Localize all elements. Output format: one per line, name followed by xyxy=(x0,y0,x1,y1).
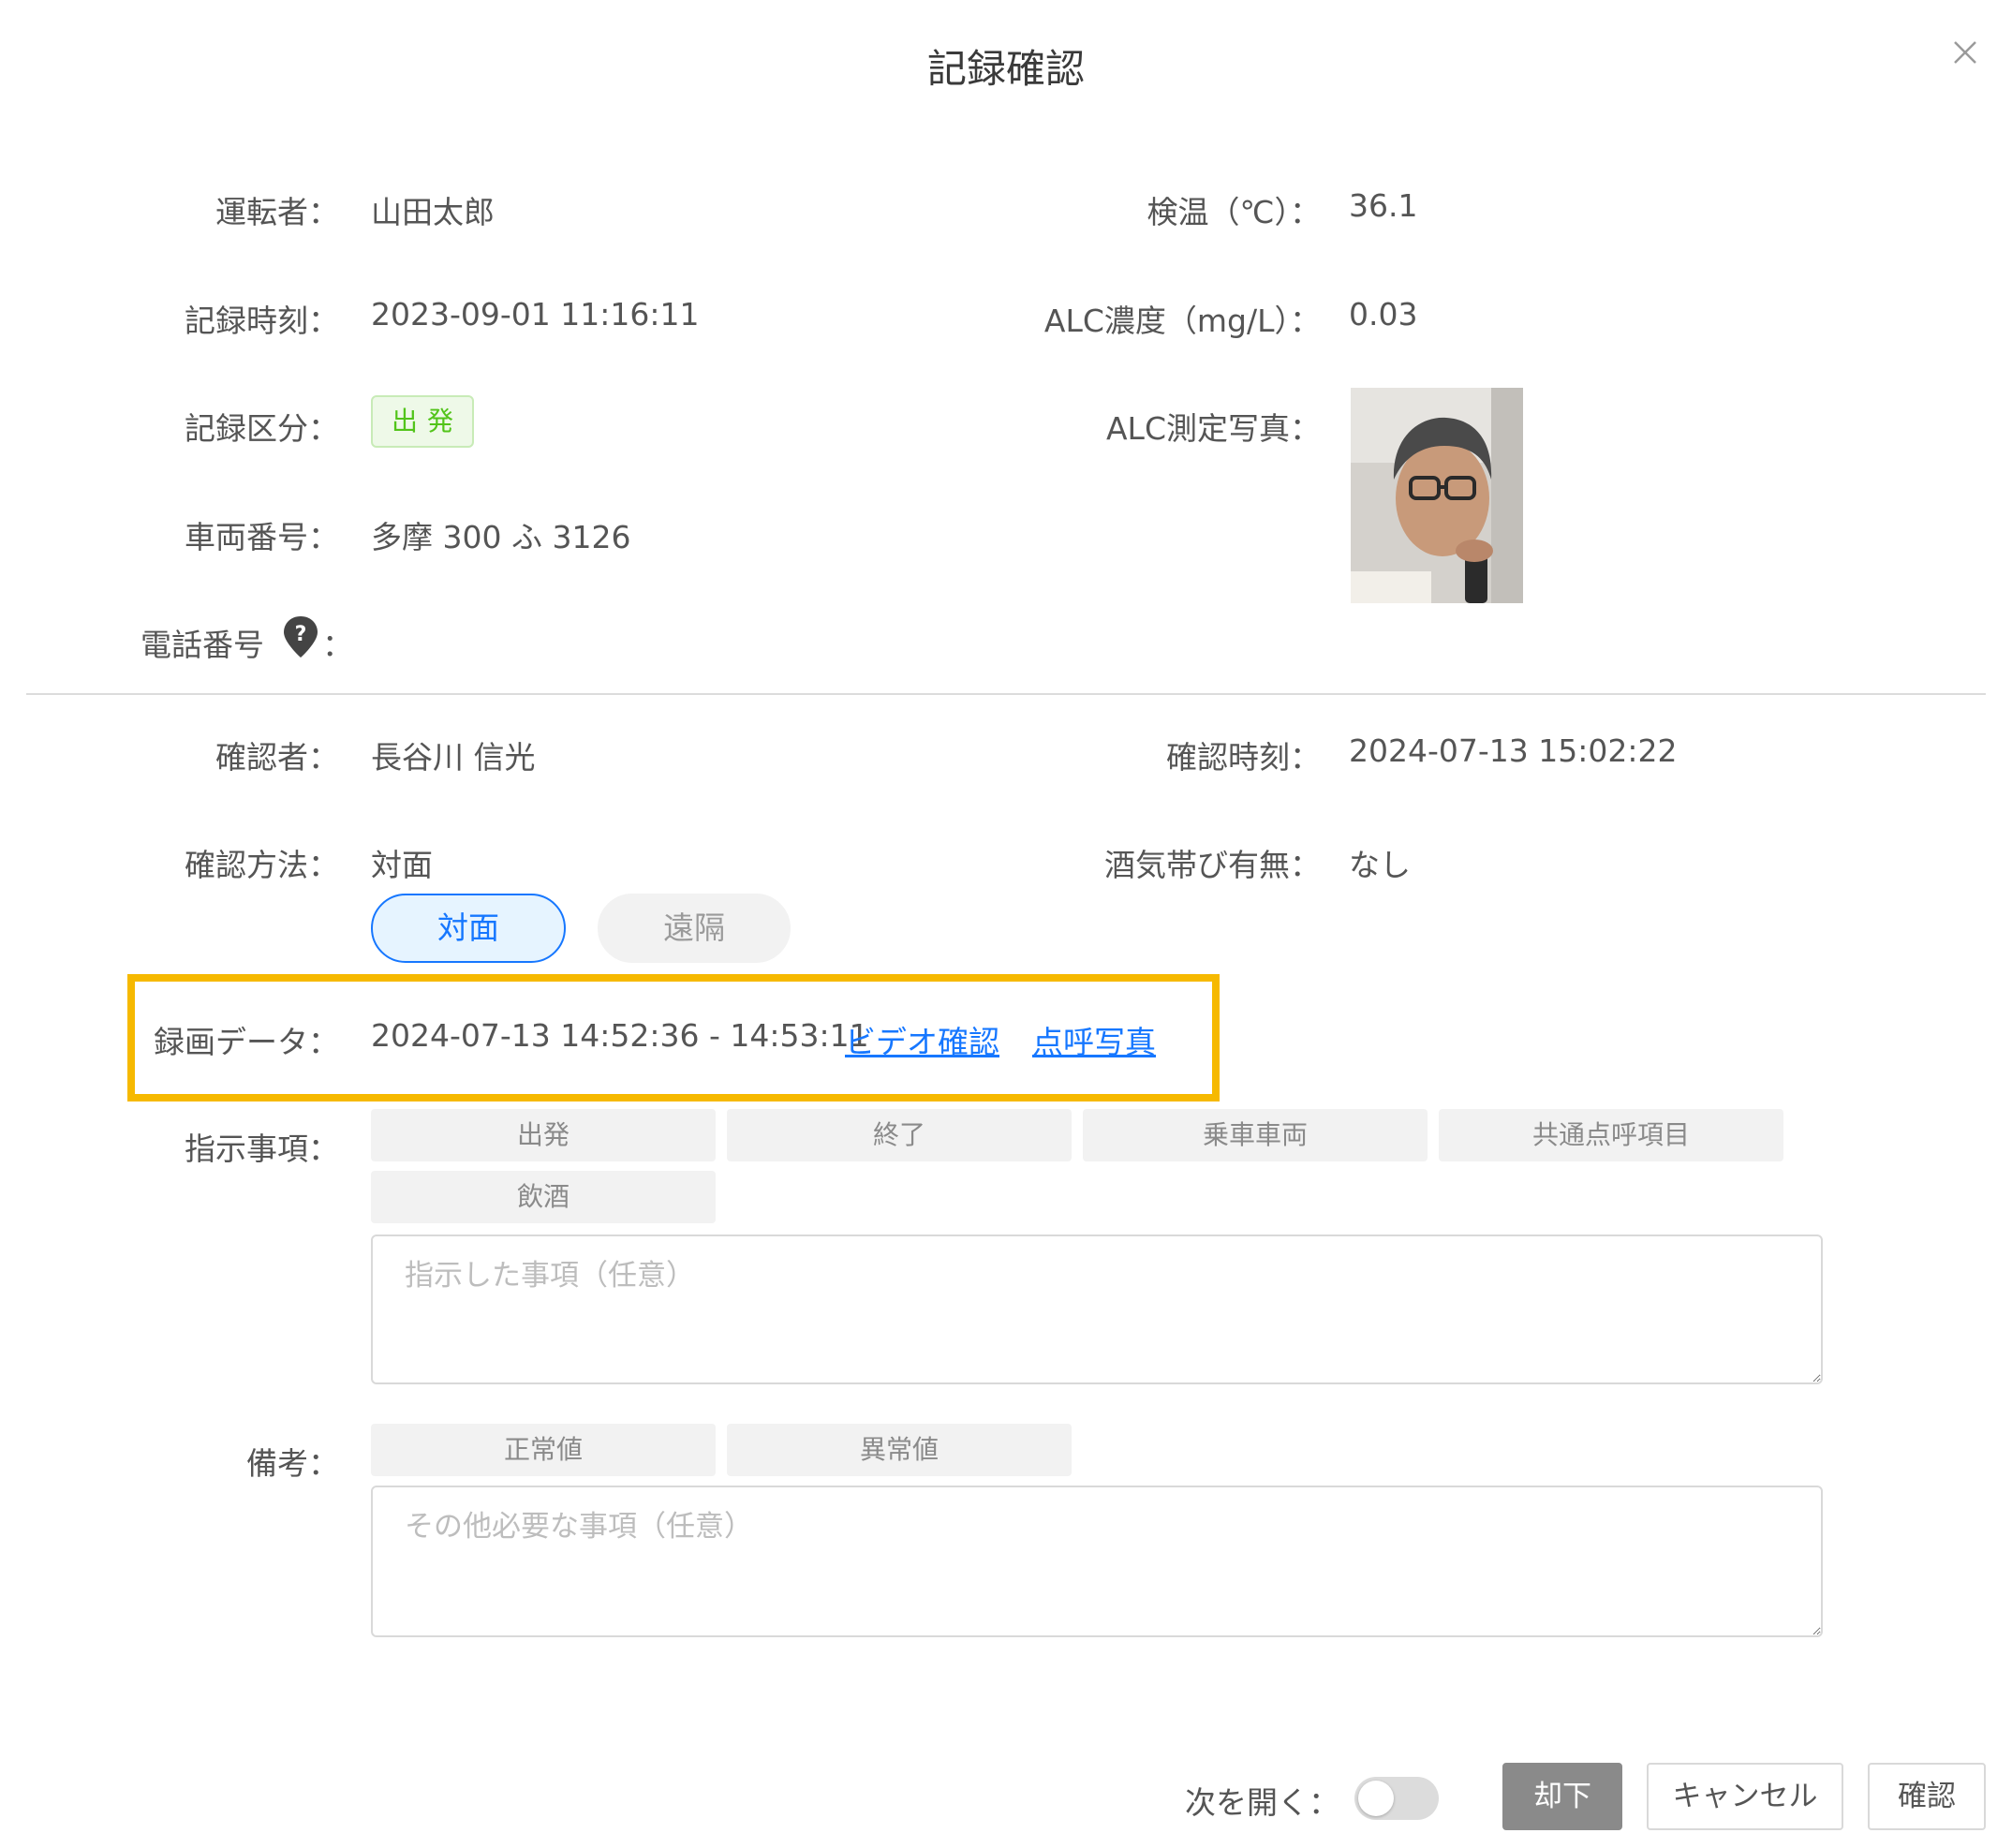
instruction-chip-departure[interactable]: 出発 xyxy=(371,1109,716,1161)
recording-range: 2024-07-13 14:52:36 - 14:53:11 xyxy=(371,1017,869,1054)
video-check-link[interactable]: ビデオ確認 xyxy=(845,1017,999,1062)
vehicle-label: 車両番号： xyxy=(185,519,339,555)
alc-concentration-value: 0.03 xyxy=(1349,296,1418,333)
instruction-chip-common-items[interactable]: 共通点呼項目 xyxy=(1439,1109,1783,1161)
confirmer-label: 確認者： xyxy=(215,739,339,776)
close-button[interactable] xyxy=(1939,26,1991,79)
driver-label: 運転者： xyxy=(215,194,339,230)
alc-photo-label: ALC測定写真： xyxy=(1105,410,1321,447)
alc-concentration-label: ALC濃度（mg/L）： xyxy=(1043,303,1321,339)
confirm-time-label: 確認時刻： xyxy=(1166,739,1321,776)
confirm-button[interactable]: 確認 xyxy=(1868,1763,1986,1830)
reject-button[interactable]: 却下 xyxy=(1502,1763,1622,1830)
remarks-chip-normal[interactable]: 正常値 xyxy=(371,1424,716,1476)
cancel-button[interactable]: キャンセル xyxy=(1647,1763,1843,1830)
instruction-chip-drinking[interactable]: 飲酒 xyxy=(371,1171,716,1223)
driver-value: 山田太郎 xyxy=(371,194,495,230)
confirm-time-value: 2024-07-13 15:02:22 xyxy=(1349,732,1678,769)
record-time-value: 2023-09-01 11:16:11 xyxy=(371,296,700,333)
confirm-method-value: 対面 xyxy=(371,847,433,883)
temperature-label: 検温（℃）： xyxy=(1147,194,1321,230)
alc-photo[interactable] xyxy=(1351,388,1523,603)
dialog-title: 記録確認 xyxy=(926,46,1085,92)
record-time-label: 記録時刻： xyxy=(185,303,339,339)
section-divider xyxy=(26,693,1986,695)
temperature-value: 36.1 xyxy=(1349,187,1418,224)
svg-text:?: ? xyxy=(295,623,307,646)
next-open-toggle[interactable] xyxy=(1354,1777,1439,1820)
phone-colon: ： xyxy=(322,627,353,663)
close-icon xyxy=(1954,41,1976,64)
vehicle-value: 多摩 300 ふ 3126 xyxy=(371,519,631,555)
instructions-textarea[interactable] xyxy=(371,1234,1823,1384)
confirm-method-label: 確認方法： xyxy=(185,847,339,883)
record-category-label: 記録区分： xyxy=(185,410,339,447)
remarks-chip-abnormal[interactable]: 異常値 xyxy=(727,1424,1072,1476)
toggle-knob xyxy=(1358,1781,1394,1816)
recording-label: 録画データ： xyxy=(154,1024,339,1060)
remarks-label: 備考： xyxy=(246,1445,339,1482)
phone-label: 電話番号 xyxy=(141,627,264,663)
category-tag: 出発 xyxy=(371,395,474,448)
instruction-chip-vehicle[interactable]: 乗車車両 xyxy=(1083,1109,1428,1161)
instruction-chip-end[interactable]: 終了 xyxy=(727,1109,1072,1161)
remarks-textarea[interactable] xyxy=(371,1486,1823,1637)
alcohol-presence-value: なし xyxy=(1349,847,1411,883)
instructions-label: 指示事項： xyxy=(185,1131,339,1167)
confirmer-value: 長谷川 信光 xyxy=(371,739,536,776)
alcohol-presence-label: 酒気帯び有無： xyxy=(1104,847,1321,883)
next-open-label: 次を開く： xyxy=(1185,1784,1339,1821)
method-option-remote[interactable]: 遠隔 xyxy=(598,894,791,963)
method-option-in-person[interactable]: 対面 xyxy=(371,894,566,963)
roll-call-photo-link[interactable]: 点呼写真 xyxy=(1017,1017,1171,1062)
help-location-icon[interactable]: ? xyxy=(281,614,320,659)
